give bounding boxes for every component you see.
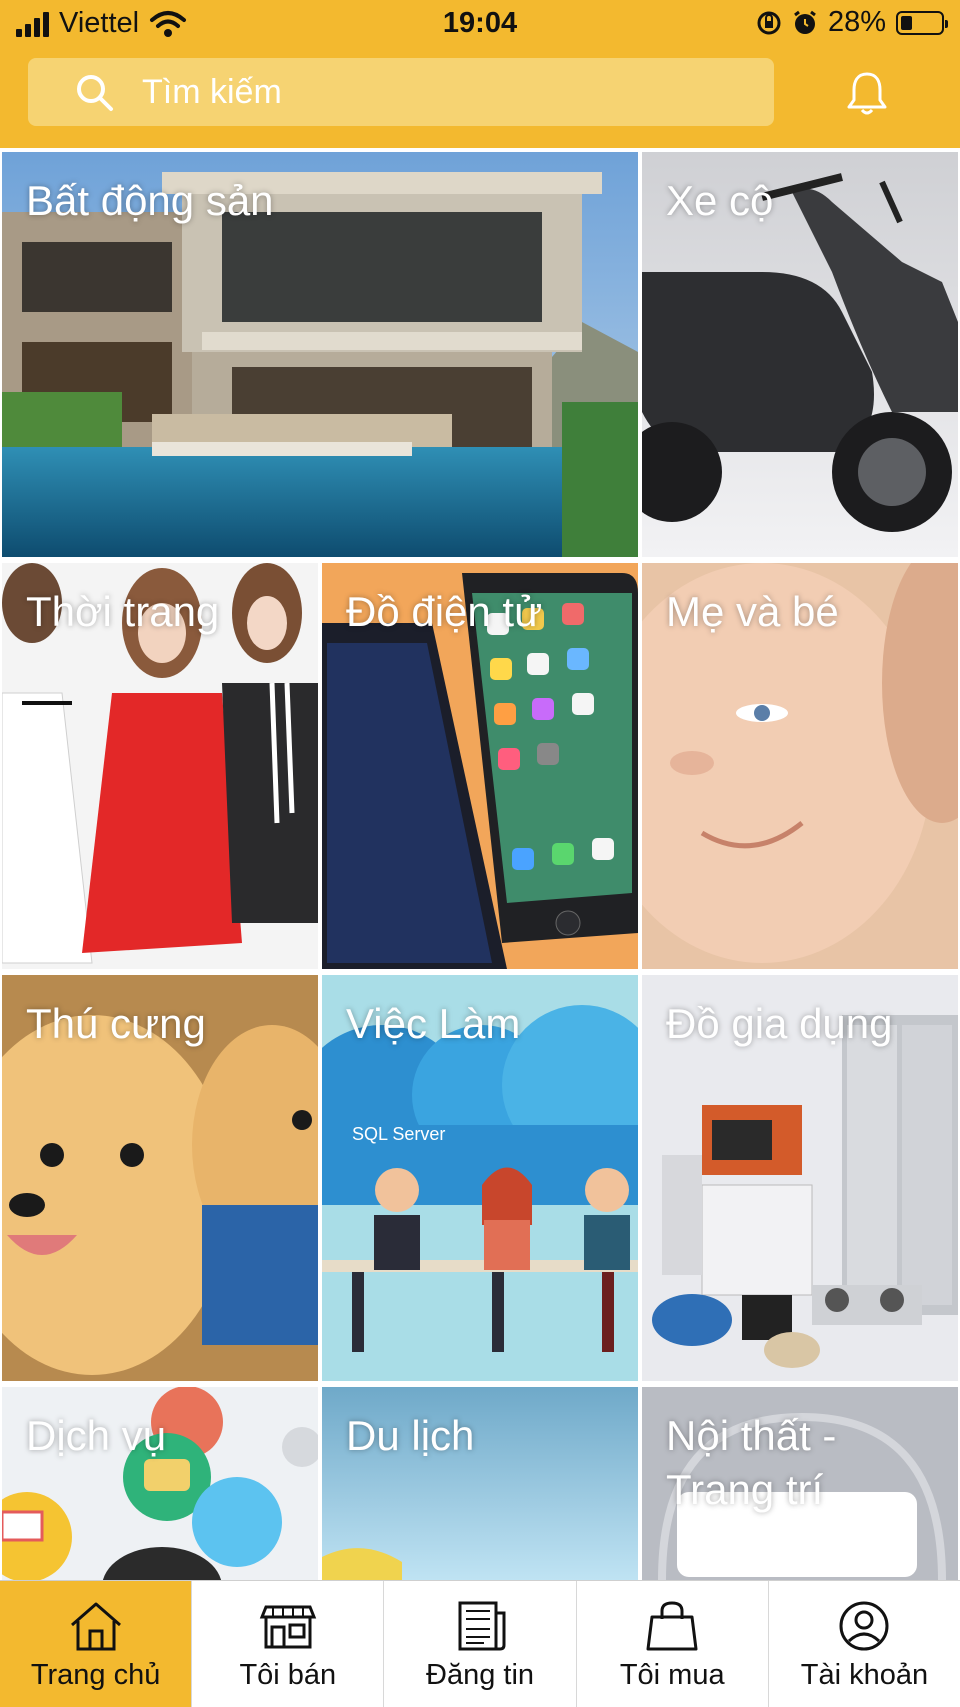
category-label: Thú cưng (26, 1000, 206, 1047)
tab-my-purchases[interactable]: Tôi mua (575, 1581, 768, 1707)
category-tile-real-estate[interactable]: Bất động sản (2, 152, 638, 557)
shopping-bag-icon (646, 1601, 698, 1651)
bottom-tab-bar: Trang chủ Tôi bán Đăng tin Tôi mua Tài k… (0, 1580, 960, 1707)
category-label: Xe cộ (666, 177, 774, 224)
tab-home[interactable]: Trang chủ (0, 1581, 192, 1707)
category-label: Du lịch (346, 1412, 475, 1459)
category-label: Việc Làm (346, 1000, 521, 1047)
battery-fill (901, 15, 912, 30)
alarm-icon (794, 10, 816, 34)
store-icon (259, 1605, 317, 1649)
orientation-lock-icon (757, 11, 781, 34)
search-icon (77, 75, 113, 111)
newspaper-icon (458, 1601, 506, 1651)
user-icon (839, 1601, 889, 1651)
category-tile-travel[interactable]: Du lịch (322, 1387, 638, 1580)
category-label: Đồ gia dụng (666, 1000, 893, 1047)
tab-my-sales[interactable]: Tôi bán (191, 1581, 383, 1707)
app-header: Viettel 19:04 28% Tìm kiếm (0, 0, 960, 148)
search-input[interactable]: Tìm kiếm (28, 58, 774, 126)
tab-label: Tôi bán (239, 1659, 337, 1691)
tab-account[interactable]: Tài khoản (767, 1581, 960, 1707)
tab-label: Trang chủ (30, 1659, 161, 1691)
category-tile-fashion[interactable]: Thời trang (2, 563, 318, 969)
status-right: 28% (756, 6, 948, 39)
category-tile-vehicles[interactable]: Xe cộ (642, 152, 958, 557)
category-label: Đồ điện tử (346, 588, 543, 635)
tab-label: Tài khoản (800, 1659, 929, 1691)
category-tile-services[interactable]: Dịch vụ (2, 1387, 318, 1580)
sql-server-text: SQL Server (352, 1124, 445, 1144)
category-tile-furniture[interactable]: Nội thất - Trang trí (642, 1387, 958, 1580)
status-bar: Viettel 19:04 28% (0, 0, 960, 48)
search-placeholder: Tìm kiếm (142, 72, 282, 111)
category-tile-electronics[interactable]: Đồ điện tử (322, 563, 638, 969)
category-tile-jobs[interactable]: SQL Server Việc Làm (322, 975, 638, 1381)
category-label: Dịch vụ (26, 1412, 167, 1459)
home-icon (70, 1602, 121, 1651)
category-tile-household[interactable]: Đồ gia dụng (642, 975, 958, 1381)
category-label: Thời trang (26, 588, 220, 635)
category-label: Nội thất - Trang trí (666, 1412, 837, 1513)
category-label: Bất động sản (26, 177, 274, 224)
battery-icon (896, 10, 948, 35)
tab-label: Đăng tin (426, 1659, 535, 1691)
tab-label: Tôi mua (619, 1659, 725, 1691)
battery-percent: 28% (827, 6, 886, 38)
bell-icon[interactable] (846, 70, 888, 116)
category-label: Mẹ và bé (666, 588, 839, 635)
category-tile-mom-baby[interactable]: Mẹ và bé (642, 563, 958, 969)
tab-post-listing[interactable]: Đăng tin (383, 1581, 575, 1707)
category-tile-pets[interactable]: Thú cưng (2, 975, 318, 1381)
